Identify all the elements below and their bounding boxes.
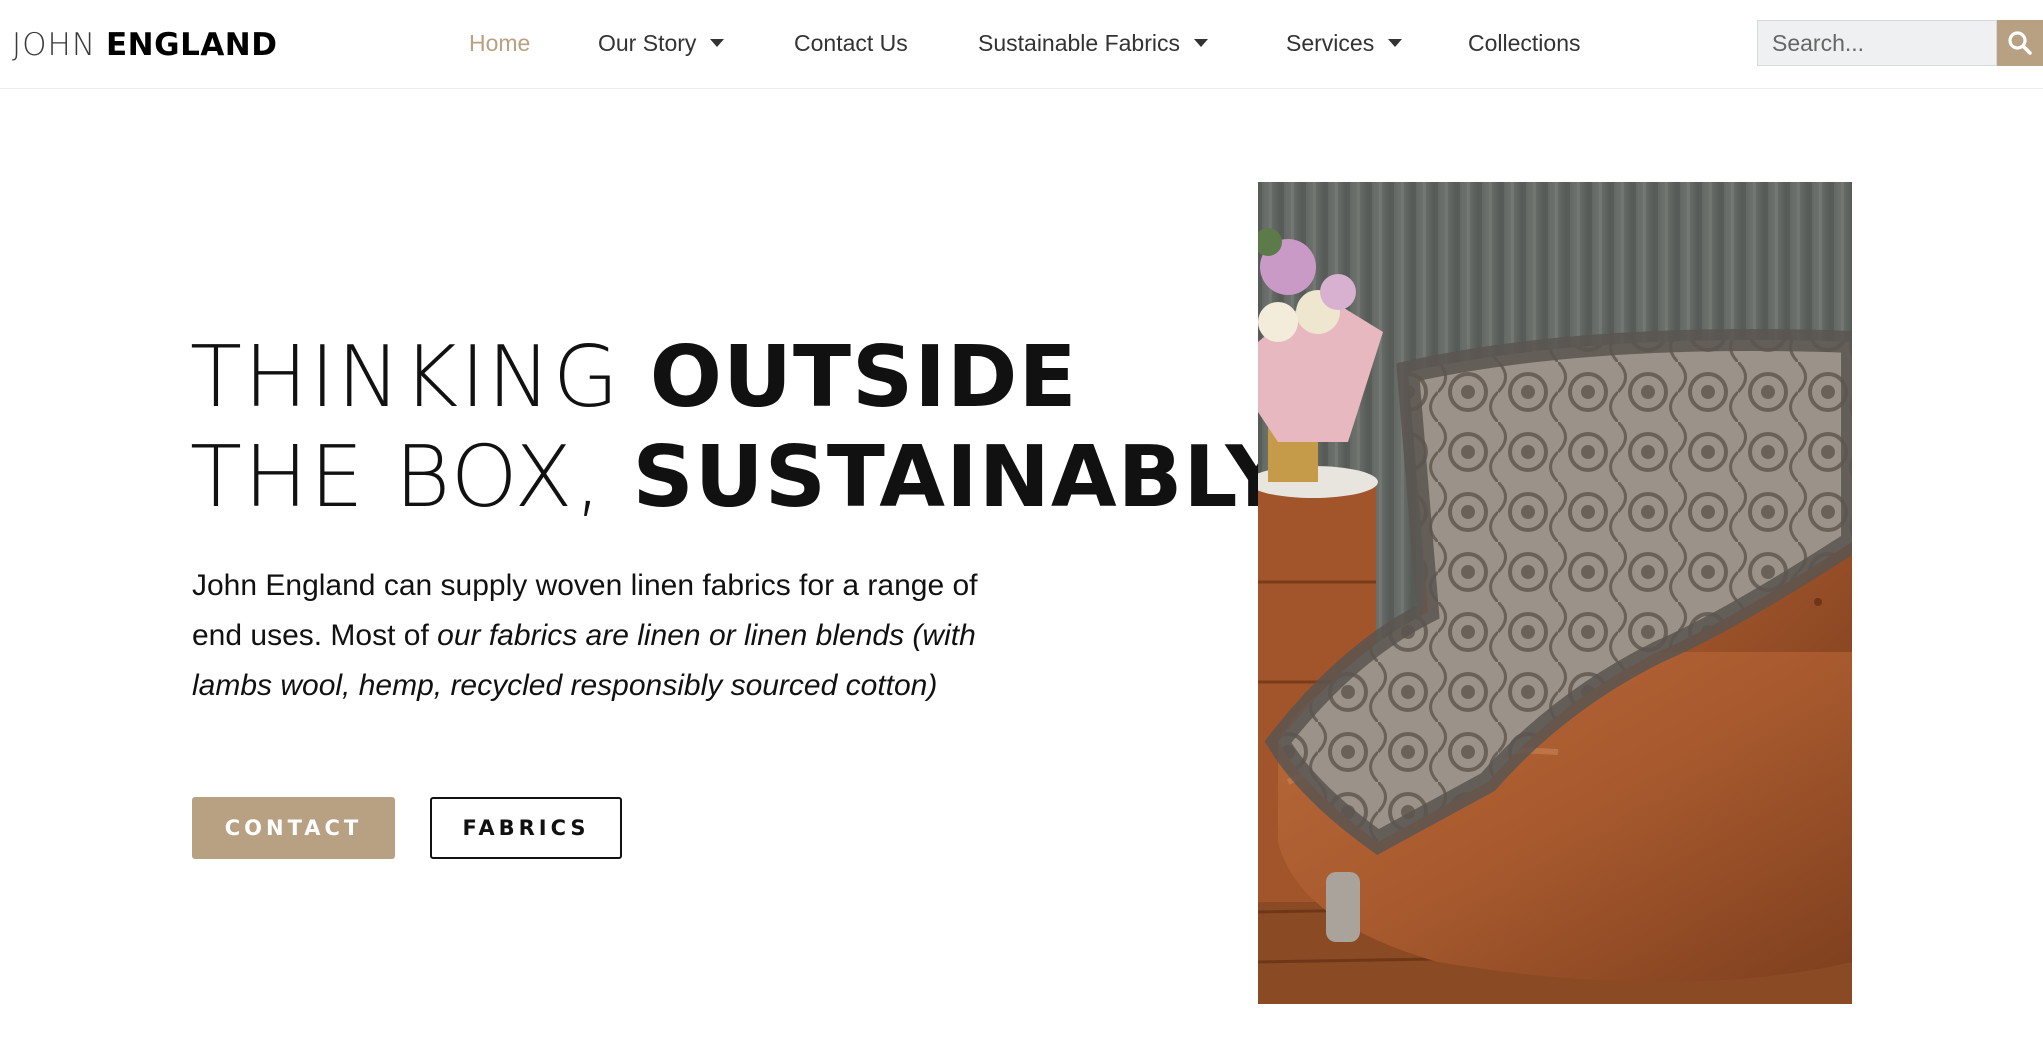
nav-item-label: Collections	[1468, 30, 1581, 56]
headline-bold-text: SUSTAINABLY	[632, 428, 1288, 527]
headline-bold-text: OUTSIDE	[649, 328, 1078, 427]
nav-item-label: Our Story	[598, 30, 697, 56]
headline-line-1: THINKING OUTSIDE	[190, 328, 1288, 428]
caret-down-icon	[1388, 38, 1403, 47]
contact-button-label: CONTACT	[224, 816, 363, 840]
headline-light-text: THE BOX,	[190, 428, 633, 527]
contact-button[interactable]: CONTACT	[192, 797, 395, 859]
nav-item-label: Contact Us	[794, 30, 908, 56]
site-header: JOHN ENGLAND Home Our Story Contact Us S…	[0, 0, 2043, 89]
nav-item-services[interactable]: Services	[1286, 27, 1403, 59]
fabrics-button[interactable]: FABRICS	[430, 797, 622, 859]
caret-down-icon	[1194, 38, 1208, 47]
nav-item-sustainable-fabrics[interactable]: Sustainable Fabrics	[978, 27, 1208, 59]
logo-last-word: ENGLAND	[106, 27, 278, 63]
logo-first-word: JOHN	[12, 27, 97, 63]
nav-item-label: Home	[469, 30, 531, 56]
nav-item-our-story[interactable]: Our Story	[598, 27, 725, 59]
hero-headline: THINKING OUTSIDE THE BOX, SUSTAINABLY	[190, 328, 1288, 528]
site-logo[interactable]: JOHN ENGLAND	[12, 24, 278, 65]
nav-item-label: Services	[1286, 30, 1375, 56]
headline-line-2: THE BOX, SUSTAINABLY	[190, 428, 1288, 528]
nav-item-contact-us[interactable]: Contact Us	[794, 27, 908, 59]
fabrics-button-label: FABRICS	[462, 816, 590, 840]
search-input[interactable]	[1757, 20, 1997, 66]
search-button[interactable]	[1997, 20, 2043, 66]
caret-down-icon	[710, 38, 725, 47]
search-icon	[2008, 31, 2032, 55]
hero-image	[1258, 182, 1852, 1004]
nav-item-home[interactable]: Home	[469, 27, 530, 59]
nav-item-label: Sustainable Fabrics	[978, 30, 1180, 56]
armchair-photo-illustration	[1258, 182, 1852, 1004]
headline-light-text: THINKING	[190, 328, 650, 427]
nav-item-collections[interactable]: Collections	[1468, 27, 1581, 59]
hero-description: John England can supply woven linen fabr…	[192, 561, 992, 711]
